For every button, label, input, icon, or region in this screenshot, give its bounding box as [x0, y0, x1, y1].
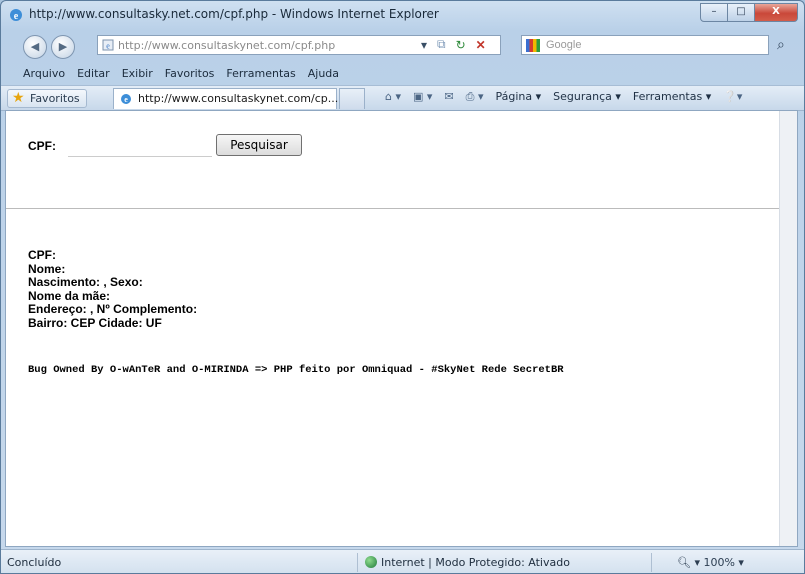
- field-endereco: Endereço: , Nº Complemento:: [28, 302, 198, 316]
- field-bairro-cep-cidade-uf: Bairro: CEP Cidade: UF: [28, 315, 162, 330]
- compat-view-icon[interactable]: ⧉: [437, 37, 446, 52]
- menu-seguranca[interactable]: Segurança ▾: [553, 90, 621, 104]
- field-nome-mae: Nome da mãe:: [28, 288, 111, 303]
- feeds-icon[interactable]: ▣ ▾: [413, 90, 432, 104]
- tab-label: http://www.consultaskynet.com/cp...: [138, 92, 339, 105]
- tab-page-icon: e: [121, 94, 131, 104]
- forward-button[interactable]: ▶: [51, 35, 75, 59]
- close-button[interactable]: X: [755, 3, 798, 22]
- menu-arquivo[interactable]: Arquivo: [23, 65, 65, 83]
- favorites-button[interactable]: ★ Favoritos: [7, 89, 87, 108]
- address-controls: ▾ ⧉ ↻ ✕: [421, 37, 486, 52]
- minimize-button[interactable]: –: [700, 3, 728, 22]
- page-icon: e: [102, 39, 114, 51]
- mail-icon[interactable]: ✉: [444, 90, 453, 104]
- separator: [651, 553, 652, 572]
- cpf-label: CPF:: [28, 139, 56, 153]
- maximize-button[interactable]: □: [728, 3, 755, 22]
- zoom-level: 100%: [703, 556, 735, 569]
- search-button[interactable]: Pesquisar: [216, 134, 302, 156]
- window-controls: – □ X: [700, 3, 798, 22]
- home-icon[interactable]: ⌂ ▾: [385, 90, 401, 104]
- favorites-label: Favoritos: [30, 92, 80, 105]
- svg-text:e: e: [106, 42, 110, 51]
- page-content: CPF: Pesquisar CPF: Nome: Nascimento: , …: [5, 110, 798, 547]
- menu-bar: Arquivo Editar Exibir Favoritos Ferramen…: [1, 65, 804, 83]
- browser-window: e http://www.consultasky.net.com/cpf.php…: [0, 0, 805, 574]
- cpf-search-form: CPF: Pesquisar: [28, 134, 302, 157]
- menu-ajuda[interactable]: Ajuda: [308, 65, 339, 83]
- field-nome: Nome:: [28, 261, 66, 276]
- star-icon: ★: [12, 90, 25, 106]
- field-cpf: CPF:: [28, 248, 56, 262]
- globe-icon: [365, 556, 377, 568]
- window-title: http://www.consultasky.net.com/cpf.php -…: [29, 7, 439, 21]
- search-box[interactable]: Google: [521, 35, 769, 55]
- divider: [6, 208, 780, 209]
- menu-ferramentas-cmd[interactable]: Ferramentas ▾: [633, 90, 711, 104]
- stop-icon[interactable]: ✕: [476, 38, 486, 52]
- new-tab-button[interactable]: [339, 88, 365, 109]
- status-text: Concluído: [7, 556, 62, 569]
- tab-current[interactable]: e http://www.consultaskynet.com/cp...: [113, 88, 339, 109]
- result-fields: CPF: Nome: Nascimento: , Sexo: Nome da m…: [28, 248, 198, 330]
- help-icon[interactable]: ❔▾: [723, 90, 742, 104]
- ie-logo-icon: e: [10, 9, 22, 22]
- menu-pagina[interactable]: Página ▾: [495, 90, 541, 104]
- menu-exibir[interactable]: Exibir: [122, 65, 153, 83]
- search-placeholder: Google: [546, 39, 582, 51]
- credits-text: Bug Owned By O-wAnTeR and O-MIRINDA => P…: [28, 364, 564, 376]
- menu-editar[interactable]: Editar: [77, 65, 110, 83]
- zoom-icon: 🔍︎ ▾: [677, 556, 704, 569]
- field-nascimento-sexo: Nascimento: , Sexo:: [28, 275, 143, 289]
- zoom-control[interactable]: 🔍︎ ▾ 100% ▾: [677, 556, 744, 569]
- vertical-scrollbar[interactable]: [779, 111, 797, 546]
- address-url[interactable]: http://www.consultaskynet.com/cpf.php: [118, 39, 335, 52]
- title-bar[interactable]: e http://www.consultasky.net.com/cpf.php…: [1, 1, 804, 27]
- zone-text: Internet | Modo Protegido: Ativado: [381, 556, 570, 569]
- security-zone[interactable]: Internet | Modo Protegido: Ativado: [365, 556, 570, 569]
- separator: [357, 553, 358, 572]
- refresh-icon[interactable]: ↻: [456, 38, 466, 52]
- menu-favoritos[interactable]: Favoritos: [165, 65, 215, 83]
- search-icon[interactable]: ⌕: [777, 36, 785, 53]
- navigation-bar: ◀ ▶ e http://www.consultaskynet.com/cpf.…: [1, 33, 804, 61]
- favorites-bar: ★ Favoritos e http://www.consultaskynet.…: [1, 85, 804, 111]
- command-bar: ⌂ ▾ ▣ ▾ ✉ ⎙ ▾ Página ▾ Segurança ▾ Ferra…: [385, 90, 742, 104]
- print-icon[interactable]: ⎙ ▾: [466, 90, 484, 104]
- svg-text:e: e: [124, 95, 128, 104]
- back-button[interactable]: ◀: [23, 35, 47, 59]
- status-bar: Concluído Internet | Modo Protegido: Ati…: [1, 549, 804, 573]
- google-logo-icon: [526, 39, 540, 52]
- dropdown-icon[interactable]: ▾: [421, 38, 427, 52]
- svg-text:e: e: [14, 11, 19, 22]
- cpf-input[interactable]: [68, 136, 212, 157]
- menu-ferramentas[interactable]: Ferramentas: [226, 65, 295, 83]
